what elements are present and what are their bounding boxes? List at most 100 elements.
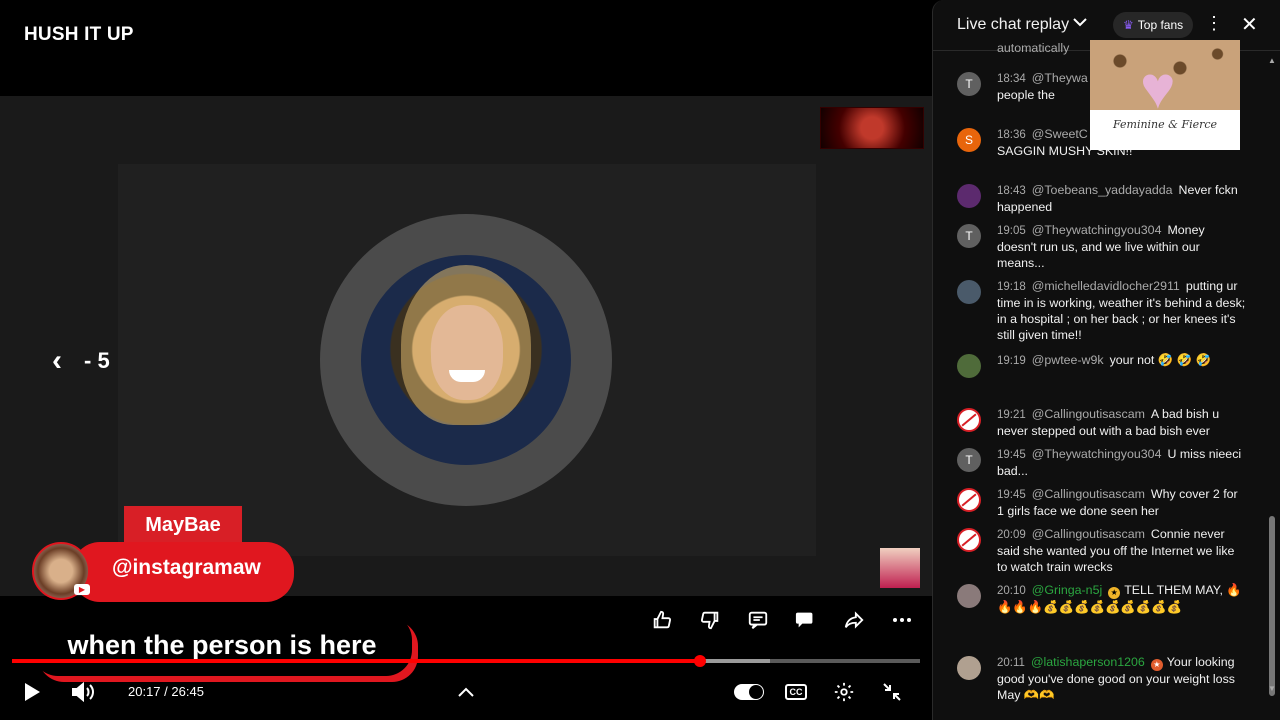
instagram-overlay: ▶ @instagramaw bbox=[32, 542, 294, 602]
chat-timestamp: 19:21 bbox=[997, 409, 1026, 421]
avatar[interactable] bbox=[957, 184, 981, 208]
heart-icon: ♥ bbox=[1140, 54, 1176, 121]
chat-message: 20:10 @Gringa-n5j ★ TELL THEM MAY, 🔥🔥🔥🔥💰💰💰💰… bbox=[957, 582, 1247, 615]
time-current: 20:17 bbox=[128, 684, 161, 699]
scroll-down-icon[interactable]: ▼ bbox=[1268, 684, 1276, 693]
chat-message-body: 19:21 @Callingoutisascam A bad bish u neve… bbox=[997, 406, 1247, 439]
video-actions bbox=[646, 604, 918, 636]
chat-author[interactable]: @Theywa bbox=[1032, 71, 1088, 85]
toggle-icon bbox=[734, 684, 764, 700]
chat-message-body: 19:45 @Callingoutisascam Why cover 2 for 1… bbox=[997, 486, 1247, 519]
chat-scrollbar[interactable]: ▲ ▼ bbox=[1268, 56, 1276, 716]
progress-scrubber[interactable] bbox=[694, 655, 707, 667]
chat-timestamp: 19:19 bbox=[997, 355, 1026, 367]
portrait-face bbox=[431, 305, 503, 400]
chat-timestamp: 18:34 bbox=[997, 73, 1026, 85]
exit-fullscreen-icon[interactable] bbox=[880, 672, 904, 712]
avatar[interactable] bbox=[957, 488, 981, 512]
chat-message-body: 19:05 @Theywatchingyou304 Money doesn't ru… bbox=[997, 222, 1247, 271]
more-vertical-icon[interactable]: ⋮ bbox=[1205, 13, 1223, 34]
gear-icon[interactable] bbox=[832, 672, 856, 712]
chat-author[interactable]: @Callingoutisascam bbox=[1032, 527, 1145, 541]
overlay-name-tag: MayBae bbox=[124, 506, 242, 544]
seek-back-label: - 5 bbox=[84, 348, 110, 373]
caption-overlay: when the person is here bbox=[32, 614, 412, 676]
top-fans-label: Top fans bbox=[1137, 18, 1184, 32]
chat-icon[interactable] bbox=[790, 604, 822, 636]
chat-timestamp: 20:10 bbox=[997, 585, 1026, 597]
avatar[interactable] bbox=[957, 584, 981, 608]
thumbs-down-icon[interactable] bbox=[694, 604, 726, 636]
chat-timestamp: 18:43 bbox=[997, 185, 1026, 197]
chat-author[interactable]: @Callingoutisascam bbox=[1032, 407, 1145, 421]
chat-message-body: 19:19 @pwtee-w9k your not 🤣 🤣 🤣 bbox=[997, 352, 1247, 369]
chat-message: T 19:45 @Theywatchingyou304 U miss nieeci b… bbox=[957, 446, 1247, 479]
avatar[interactable]: T bbox=[957, 72, 981, 96]
seek-back-indicator: ‹ - 5 bbox=[52, 344, 110, 378]
chat-author[interactable]: @Gringa-n5j bbox=[1032, 583, 1102, 597]
chat-author[interactable]: @michelledavidlocher2911 bbox=[1032, 279, 1180, 293]
volume-icon[interactable] bbox=[70, 672, 98, 712]
chat-message: 20:11 @latishaperson1206 ★ Your looking goo… bbox=[957, 654, 1247, 703]
streamer-portrait bbox=[361, 255, 571, 465]
avatar[interactable] bbox=[957, 280, 981, 304]
comment-icon[interactable] bbox=[742, 604, 774, 636]
time-separator: / bbox=[164, 684, 168, 699]
chat-text: your not 🤣 🤣 🤣 bbox=[1109, 353, 1211, 367]
chat-message: 19:45 @Callingoutisascam Why cover 2 for 1… bbox=[957, 486, 1247, 519]
guest-thumbnail bbox=[880, 548, 920, 588]
captions-button[interactable]: CC bbox=[784, 672, 808, 712]
chat-message: 19:21 @Callingoutisascam A bad bish u neve… bbox=[957, 406, 1247, 439]
youtube-icon: ▶ bbox=[74, 584, 90, 595]
chat-message: T 19:05 @Theywatchingyou304 Money doesn't r… bbox=[957, 222, 1247, 271]
chat-author[interactable]: @pwtee-w9k bbox=[1032, 353, 1104, 367]
chat-author[interactable]: @Theywatchingyou304 bbox=[1032, 447, 1162, 461]
chat-message-body: 19:45 @Theywatchingyou304 U miss nieeci ba… bbox=[997, 446, 1247, 479]
avatar[interactable] bbox=[957, 408, 981, 432]
progress-played bbox=[12, 659, 701, 663]
chat-message-body: 20:09 @Callingoutisascam Connie never said… bbox=[997, 526, 1247, 575]
avatar[interactable]: T bbox=[957, 224, 981, 248]
chat-message-body: 20:11 @latishaperson1206 ★ Your looking goo… bbox=[997, 654, 1247, 703]
progress-bar[interactable] bbox=[12, 655, 920, 667]
crown-icon: ♛ bbox=[1123, 18, 1134, 32]
avatar[interactable] bbox=[957, 354, 981, 378]
top-fans-button[interactable]: ♛ Top fans bbox=[1113, 12, 1194, 38]
cc-icon: CC bbox=[785, 684, 807, 700]
autoplay-toggle[interactable] bbox=[734, 672, 764, 712]
channel-logo-thumbnail bbox=[820, 107, 924, 149]
sticker-script-text: Feminine & Fierce bbox=[1112, 118, 1218, 131]
chat-author[interactable]: @Callingoutisascam bbox=[1032, 487, 1145, 501]
time-display: 20:17 / 26:45 bbox=[128, 684, 204, 699]
chat-message: 19:19 @pwtee-w9k your not 🤣 🤣 🤣 bbox=[957, 352, 1247, 378]
chat-author[interactable]: @SweetC bbox=[1032, 127, 1088, 141]
scroll-up-icon[interactable]: ▲ bbox=[1268, 56, 1276, 65]
avatar[interactable]: T bbox=[957, 448, 981, 472]
avatar[interactable] bbox=[957, 528, 981, 552]
play-icon[interactable] bbox=[18, 672, 46, 712]
avatar[interactable]: S bbox=[957, 128, 981, 152]
scrollbar-thumb[interactable] bbox=[1269, 516, 1275, 696]
instagram-handle: @instagramaw bbox=[112, 556, 261, 579]
chat-author[interactable]: @Toebeans_yaddayadda bbox=[1032, 183, 1173, 197]
video-player[interactable]: HUSH IT UP ‹ - 5 MayBae ▶ @instagramaw w… bbox=[0, 0, 932, 720]
chat-author[interactable]: @Theywatchingyou304 bbox=[1032, 223, 1162, 237]
chat-message-body: 19:18 @michelledavidlocher2911 putting ur … bbox=[997, 278, 1247, 343]
chat-message-body: 20:10 @Gringa-n5j ★ TELL THEM MAY, 🔥🔥🔥🔥💰💰💰💰… bbox=[997, 582, 1247, 615]
chat-timestamp: 19:45 bbox=[997, 449, 1026, 461]
chat-message: 19:18 @michelledavidlocher2911 putting ur … bbox=[957, 278, 1247, 343]
chat-timestamp: 18:36 bbox=[997, 129, 1026, 141]
chevron-up-icon[interactable] bbox=[454, 672, 478, 712]
chat-message: 18:43 @Toebeans_yaddayadda Never fckn happ… bbox=[957, 182, 1247, 215]
thumbs-up-icon[interactable] bbox=[646, 604, 678, 636]
chat-title[interactable]: Live chat replay bbox=[957, 16, 1069, 34]
player-controls: 20:17 / 26:45 CC bbox=[0, 672, 932, 712]
chat-timestamp: 20:11 bbox=[997, 657, 1025, 669]
more-horizontal-icon[interactable] bbox=[886, 604, 918, 636]
chat-author[interactable]: @latishaperson1206 bbox=[1031, 655, 1145, 669]
share-icon[interactable] bbox=[838, 604, 870, 636]
chevron-left-icon: ‹ bbox=[52, 344, 62, 377]
avatar[interactable] bbox=[957, 656, 981, 680]
close-icon[interactable]: ✕ bbox=[1241, 12, 1258, 37]
chevron-down-icon[interactable] bbox=[1073, 14, 1087, 30]
